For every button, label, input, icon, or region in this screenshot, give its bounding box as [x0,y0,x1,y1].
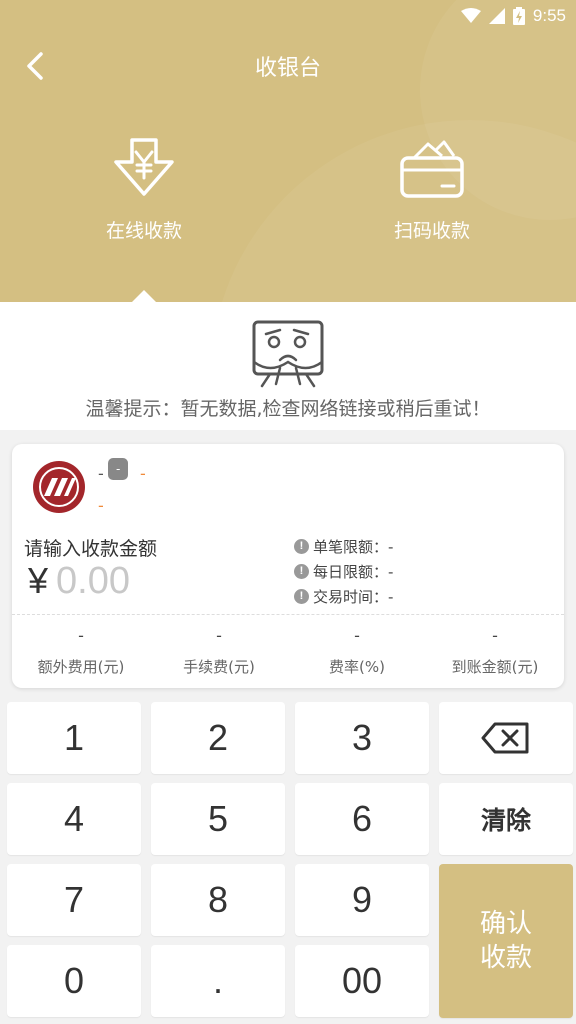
limit-daily: ! 每日限额： - [294,559,393,584]
wifi-icon [460,8,481,23]
stat-value: - [354,626,360,645]
limit-label: 单笔限额： [313,538,389,556]
card-wallet-icon [400,140,464,198]
key-6[interactable]: 6 [295,783,429,855]
key-double-zero[interactable]: 00 [295,945,429,1017]
empty-state: 温馨提示：暂无数据,检查网络链接或稍后重试！ [0,302,576,430]
fee-stats: - 额外费用(元) - 手续费(元) - 费率(%) - 到账金额(元) [12,624,564,677]
limit-single: ! 单笔限额： - [294,534,393,559]
key-decimal[interactable]: . [151,945,285,1017]
limit-label: 每日限额： [313,563,389,581]
limit-label: 交易时间： [313,588,389,606]
backspace-icon [481,722,529,754]
key-2[interactable]: 2 [151,702,285,774]
key-8[interactable]: 8 [151,864,285,936]
sad-box-icon [252,320,324,388]
battery-icon [512,7,525,25]
stat-label: 手续费(元) [183,658,255,676]
amount-label: 请输入收款金额 [24,538,158,560]
merchant-badge-suffix: - [140,464,146,483]
confirm-label-line1: 确认 [479,909,532,939]
key-0[interactable]: 0 [7,945,141,1017]
key-4[interactable]: 4 [7,783,141,855]
key-7[interactable]: 7 [7,864,141,936]
clear-button[interactable]: 清除 [439,783,573,855]
stat-extra-fee: - 额外费用(元) [12,624,150,677]
active-tab-indicator [132,290,156,302]
key-9[interactable]: 9 [295,864,429,936]
amount-placeholder: 0.00 [56,560,130,602]
tab-scan-payment[interactable]: 扫码收款 [352,136,512,243]
stat-received-amount: - 到账金额(元) [426,624,564,677]
currency-symbol: ¥ [28,560,49,601]
backspace-button[interactable] [439,702,573,774]
status-time: 9:55 [532,6,566,25]
stat-label: 到账金额(元) [451,658,539,676]
page-title: 收银台 [254,56,321,81]
payment-card: - - - - 请输入收款金额 ¥ 0.00 ! 单笔限额： - ! 每日限额：… [12,444,564,688]
confirm-payment-button[interactable]: 确认 收款 [439,864,573,1018]
signal-icon [488,8,505,24]
amount-input[interactable]: ¥ 0.00 [28,560,130,603]
stat-handling-fee: - 手续费(元) [150,624,288,677]
limits-list: ! 单笔限额： - ! 每日限额： - ! 交易时间： - [294,534,393,609]
stat-label: 额外费用(元) [37,658,125,676]
merchant-subtitle: - [98,496,104,515]
numeric-keypad: 1 2 3 4 5 6 清除 7 8 9 确认 收款 0 . 00 [0,698,576,1024]
info-icon: ! [294,589,309,604]
tab-online-payment[interactable]: 在线收款 [64,136,224,243]
limit-value: - [388,537,394,556]
tab-label: 在线收款 [105,220,182,242]
key-5[interactable]: 5 [151,783,285,855]
tab-label: 扫码收款 [393,220,470,242]
stat-value: - [216,626,222,645]
stat-rate: - 费率(%) [288,624,426,677]
merchant-badge: - [108,458,129,480]
empty-state-message: 温馨提示：暂无数据,检查网络链接或稍后重试！ [85,398,491,420]
limit-value: - [388,587,394,606]
yen-download-icon [114,138,174,196]
info-icon: ! [294,564,309,579]
header: 9:55 收银台 在线收款 扫码收款 [0,0,576,302]
stat-value: - [492,626,498,645]
key-1[interactable]: 1 [7,702,141,774]
limit-trade-time: ! 交易时间： - [294,584,393,609]
limit-value: - [388,562,394,581]
confirm-label-line2: 收款 [479,943,532,973]
key-3[interactable]: 3 [295,702,429,774]
stat-value: - [78,626,84,645]
merchant-name: - [98,464,104,483]
status-bar: 9:55 [460,4,566,28]
merchant-logo [33,461,85,513]
divider [12,614,564,615]
stat-label: 费率(%) [329,658,385,676]
info-icon: ! [294,539,309,554]
